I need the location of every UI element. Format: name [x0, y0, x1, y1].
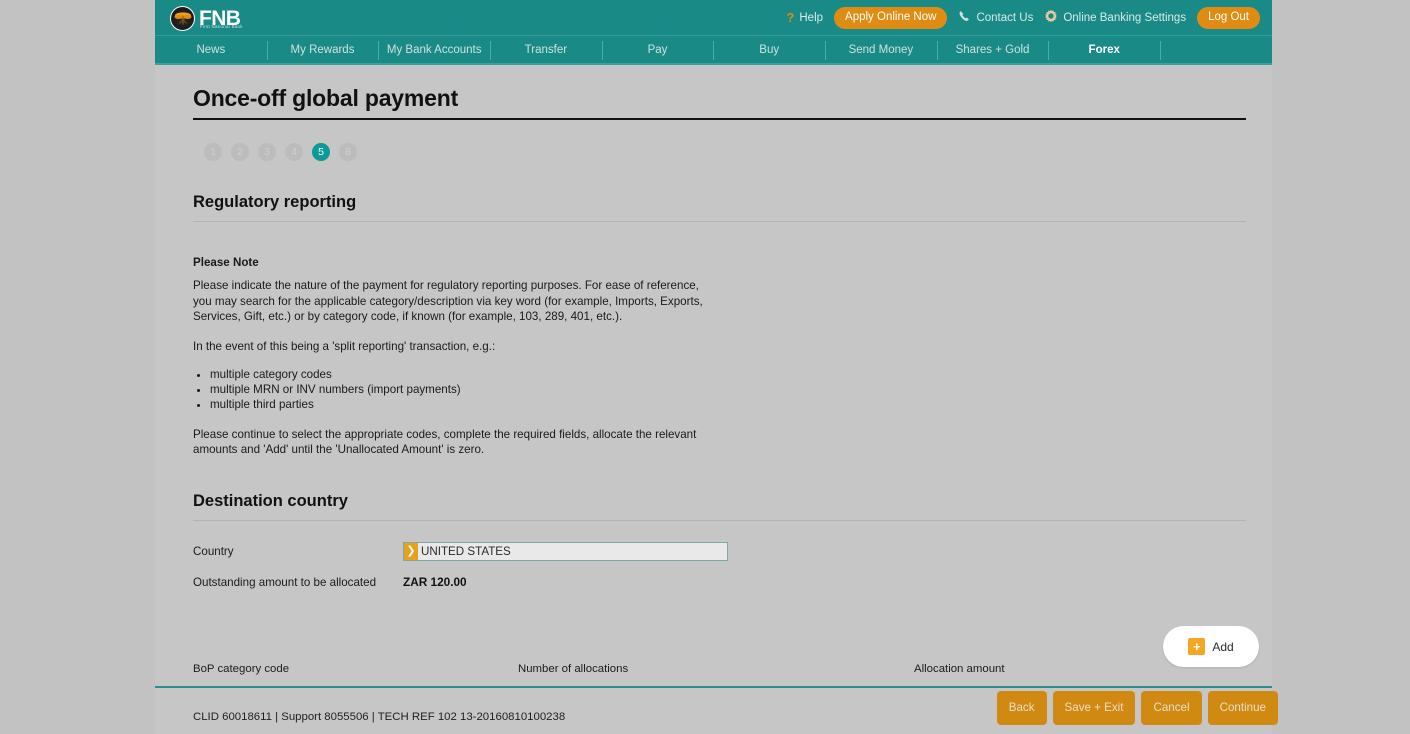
note-paragraph-3: Please continue to select the appropriat… — [193, 427, 697, 456]
nav-item-my-rewards[interactable]: My Rewards — [266, 36, 379, 65]
app-window: FNB First National Bank ? Help Apply Onli… — [0, 0, 1410, 734]
nav-item-send-money[interactable]: Send Money — [825, 36, 937, 65]
acacia-tree-icon — [174, 12, 191, 25]
list-item: multiple category codes — [210, 368, 1246, 383]
nav-item-pay[interactable]: Pay — [601, 36, 714, 65]
country-label: Country — [193, 545, 234, 559]
add-button[interactable]: + Add — [1163, 626, 1259, 667]
question-mark-icon: ? — [786, 10, 795, 26]
step-3[interactable]: 3 — [258, 143, 276, 161]
top-bar-actions: ? Help Apply Online Now Contact Us Onlin… — [786, 7, 1272, 29]
gear-icon — [1044, 9, 1058, 26]
main-navigation: News My Rewards My Bank Accounts Transfe… — [155, 36, 1272, 65]
please-note-heading: Please Note — [193, 256, 259, 269]
list-item: multiple third parties — [210, 398, 1246, 413]
nav-item-news[interactable]: News — [155, 36, 267, 65]
list-item: multiple MRN or INV numbers (import paym… — [210, 383, 1246, 398]
outstanding-amount-row: Outstanding amount to be allocated ZAR 1… — [193, 575, 1246, 589]
please-note-block: Please Note Please indicate the nature o… — [193, 255, 1246, 457]
step-2[interactable]: 2 — [231, 143, 249, 161]
page-title: Once-off global payment — [193, 85, 1246, 120]
country-row: Country ❯ UNITED STATES — [193, 542, 1246, 562]
apply-online-now-button[interactable]: Apply Online Now — [834, 7, 948, 29]
back-button[interactable]: Back — [996, 691, 1047, 725]
step-indicator: 1 2 3 4 5 6 — [204, 143, 1246, 161]
step-6[interactable]: 6 — [339, 143, 357, 161]
note-paragraph-2: In the event of this being a 'split repo… — [193, 339, 496, 353]
note-bullet-list: multiple category codes multiple MRN or … — [193, 368, 1246, 412]
fnb-logo-tagline: First National Bank — [200, 23, 243, 29]
note-paragraph-1: Please indicate the nature of the paymen… — [193, 279, 703, 324]
nav-item-buy[interactable]: Buy — [713, 36, 825, 65]
top-utility-bar: FNB First National Bank ? Help Apply Onli… — [155, 0, 1272, 36]
add-button-label: Add — [1212, 639, 1234, 654]
step-5[interactable]: 5 — [312, 143, 330, 161]
section-title-regulatory-reporting: Regulatory reporting — [193, 193, 1246, 222]
step-1[interactable]: 1 — [204, 143, 222, 161]
nav-item-shares-gold[interactable]: Shares + Gold — [936, 36, 1049, 65]
fnb-logo-text: FNB First National Bank — [199, 6, 243, 30]
section-title-destination-country: Destination country — [193, 492, 1246, 522]
country-input-value: UNITED STATES — [421, 545, 511, 559]
step-4[interactable]: 4 — [285, 143, 303, 161]
phone-icon — [958, 10, 971, 26]
country-input[interactable]: ❯ UNITED STATES — [403, 542, 728, 562]
help-link[interactable]: ? Help — [786, 11, 823, 24]
nav-spacer — [1160, 36, 1272, 65]
outstanding-amount-value: ZAR 120.00 — [403, 575, 467, 590]
online-banking-settings-label: Online Banking Settings — [1063, 11, 1187, 24]
continue-button[interactable]: Continue — [1207, 691, 1278, 725]
main-content: Once-off global payment 1 2 3 4 5 6 Regu… — [193, 85, 1246, 589]
cancel-button[interactable]: Cancel — [1141, 691, 1202, 725]
fnb-logo[interactable]: FNB First National Bank — [170, 5, 243, 31]
column-header-number-of-allocations: Number of allocations — [518, 663, 629, 675]
fnb-logo-badge-icon — [170, 5, 195, 31]
plus-icon: + — [1188, 638, 1206, 655]
help-label: Help — [799, 11, 824, 24]
chevron-right-icon[interactable]: ❯ — [404, 543, 418, 561]
footer-actions: Back Save + Exit Cancel Continue — [996, 691, 1278, 725]
column-header-allocation-amount: Allocation amount — [914, 663, 1005, 675]
outstanding-amount-label: Outstanding amount to be allocated — [193, 576, 377, 590]
column-header-bop-category-code: BoP category code — [193, 663, 290, 675]
online-banking-settings-link[interactable]: Online Banking Settings — [1044, 9, 1186, 26]
nav-item-my-bank-accounts[interactable]: My Bank Accounts — [378, 36, 490, 65]
table-divider — [155, 686, 1272, 688]
contact-us-link[interactable]: Contact Us — [958, 10, 1033, 26]
contact-us-label: Contact Us — [976, 11, 1034, 24]
allocations-table-header: BoP category code Number of allocations … — [193, 663, 1246, 675]
footer-info: CLID 60018611 | Support 8055506 | TECH R… — [193, 711, 566, 723]
log-out-button[interactable]: Log Out — [1197, 7, 1260, 29]
nav-item-forex[interactable]: Forex — [1048, 36, 1160, 65]
nav-item-transfer[interactable]: Transfer — [490, 36, 602, 65]
save-exit-button[interactable]: Save + Exit — [1052, 691, 1136, 725]
